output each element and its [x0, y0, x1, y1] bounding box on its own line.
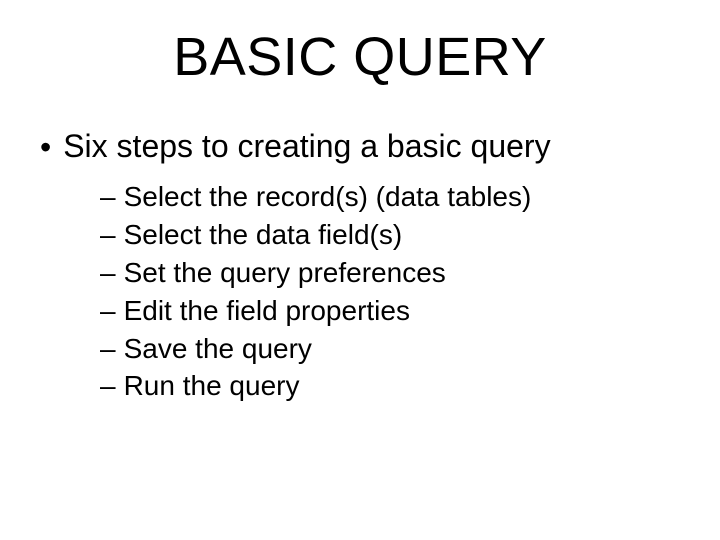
- bullet-icon: •: [40, 128, 51, 166]
- list-item-text: Select the data field(s): [124, 216, 403, 254]
- list-item-text: Six steps to creating a basic query: [63, 128, 550, 165]
- list-item: – Save the query: [100, 330, 680, 368]
- dash-icon: –: [100, 216, 116, 254]
- list-item: – Edit the field properties: [100, 292, 680, 330]
- list-item: – Select the record(s) (data tables): [100, 178, 680, 216]
- dash-icon: –: [100, 178, 116, 216]
- list-item: – Set the query preferences: [100, 254, 680, 292]
- list-item-text: Run the query: [124, 367, 300, 405]
- dash-icon: –: [100, 367, 116, 405]
- dash-icon: –: [100, 254, 116, 292]
- list-item-text: Select the record(s) (data tables): [124, 178, 532, 216]
- list-item-text: Set the query preferences: [124, 254, 446, 292]
- list-item: – Run the query: [100, 367, 680, 405]
- sub-list: – Select the record(s) (data tables) – S…: [100, 178, 680, 405]
- list-item: • Six steps to creating a basic query: [40, 128, 680, 166]
- slide-title: BASIC QUERY: [40, 26, 680, 88]
- list-item: – Select the data field(s): [100, 216, 680, 254]
- dash-icon: –: [100, 292, 116, 330]
- list-item-text: Save the query: [124, 330, 312, 368]
- list-item-text: Edit the field properties: [124, 292, 410, 330]
- dash-icon: –: [100, 330, 116, 368]
